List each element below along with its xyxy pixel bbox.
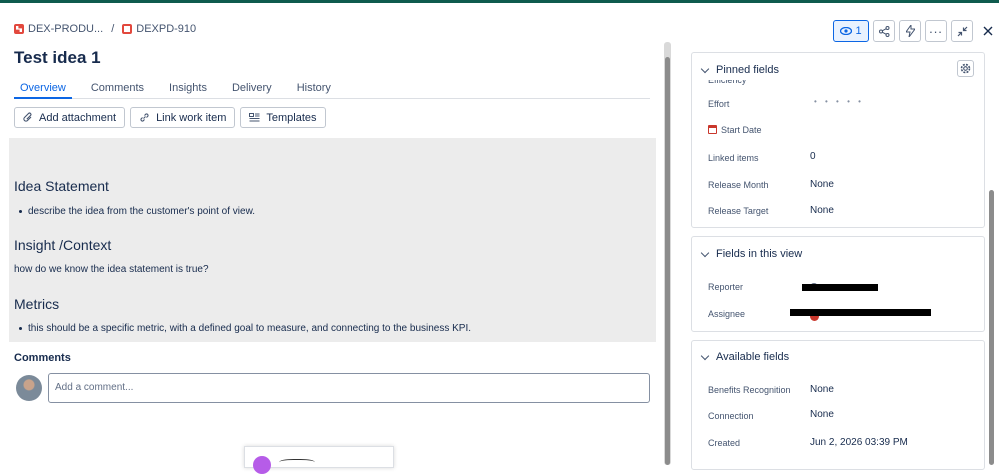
link-work-item-button[interactable]: Link work item: [130, 107, 236, 128]
avatar: [16, 375, 42, 401]
tab-history[interactable]: History: [291, 80, 337, 99]
tab-delivery[interactable]: Delivery: [226, 80, 278, 99]
popup-avatar: [253, 456, 271, 474]
metrics-text: this should be a specific metric, with a…: [28, 323, 472, 334]
tab-bar: Overview Comments Insights Delivery Hist…: [14, 80, 650, 99]
connection-value[interactable]: None: [810, 409, 834, 420]
breadcrumb-issue[interactable]: DEXPD-910: [122, 23, 196, 35]
settings-button[interactable]: [957, 60, 974, 77]
reporter-label: Reporter: [708, 282, 744, 292]
action-buttons: Add attachment Link work item Templates: [14, 107, 326, 128]
comment-input[interactable]: Add a comment...: [48, 373, 650, 403]
bullet-icon: [19, 327, 22, 330]
paperclip-icon: [23, 112, 32, 122]
available-fields-panel: Available fields Benefits Recognition No…: [691, 340, 985, 470]
release-month-label: Release Month: [708, 180, 769, 190]
pinned-fields-toggle[interactable]: Pinned fields: [700, 64, 779, 76]
link-icon: [140, 113, 149, 122]
created-value: Jun 2, 2026 03:39 PM: [810, 437, 908, 448]
benefits-recognition-value[interactable]: None: [810, 384, 834, 395]
effort-rating[interactable]: • • • • •: [814, 97, 864, 106]
lightning-icon: [905, 25, 915, 37]
list-item: describe the idea from the customer's po…: [19, 206, 255, 217]
linked-items-label: Linked items: [708, 153, 759, 163]
more-actions-button[interactable]: ...: [925, 20, 947, 42]
breadcrumb-project[interactable]: DEX-PRODU...: [14, 23, 103, 35]
signature-image: [279, 459, 315, 467]
reporter-redacted: [802, 284, 878, 291]
assignee-label: Assignee: [708, 309, 746, 319]
assignee-redacted: [790, 309, 931, 316]
created-label: Created: [708, 438, 741, 448]
add-attachment-button[interactable]: Add attachment: [14, 107, 126, 128]
pinned-fields-panel: Pinned fields Efficiency Effort • • • • …: [691, 52, 985, 228]
automation-button[interactable]: [899, 20, 921, 42]
heading-insight-context: Insight /Context: [14, 237, 112, 253]
add-attachment-label: Add attachment: [39, 111, 117, 124]
fields-in-view-panel: Fields in this view Reporter Assignee: [691, 236, 985, 332]
list-item: this should be a specific metric, with a…: [19, 323, 471, 334]
watch-button[interactable]: 1: [833, 20, 869, 42]
template-icon: [249, 113, 260, 122]
tab-comments[interactable]: Comments: [85, 80, 150, 99]
gear-icon: [960, 63, 971, 74]
fields-in-view-toggle[interactable]: Fields in this view: [700, 248, 803, 260]
idea-statement-text: describe the idea from the customer's po…: [28, 206, 256, 217]
breadcrumb-issue-key[interactable]: DEXPD-910: [136, 23, 196, 35]
share-icon: [878, 25, 889, 37]
description-editor[interactable]: Idea Statement describe the idea from th…: [9, 138, 656, 342]
watch-count: 1: [855, 25, 862, 37]
eye-icon: [840, 27, 853, 35]
main-scrollbar-thumb[interactable]: [665, 57, 670, 465]
calendar-icon: [708, 125, 717, 134]
linked-items-value[interactable]: 0: [810, 151, 816, 162]
heading-idea-statement: Idea Statement: [14, 178, 109, 194]
tab-overview[interactable]: Overview: [14, 80, 72, 99]
insight-text: how do we know the idea statement is tru…: [14, 264, 209, 275]
chevron-down-icon: [700, 248, 710, 257]
templates-button[interactable]: Templates: [240, 107, 326, 128]
header-controls: 1 ...: [833, 20, 999, 42]
chevron-down-icon: [700, 351, 710, 360]
fields-in-view-heading: Fields in this view: [716, 248, 803, 260]
page-title[interactable]: Test idea 1: [14, 48, 101, 68]
start-date-label: Start Date: [721, 125, 762, 135]
project-icon: [14, 24, 24, 34]
close-icon: [983, 26, 993, 36]
heading-metrics: Metrics: [14, 296, 60, 312]
breadcrumb-project-label[interactable]: DEX-PRODU...: [28, 23, 103, 35]
bullet-icon: [19, 210, 22, 213]
effort-label: Effort: [708, 99, 730, 109]
link-work-item-label: Link work item: [156, 111, 227, 124]
chevron-down-icon: [700, 64, 710, 73]
breadcrumb-separator: /: [111, 23, 115, 35]
connection-label: Connection: [708, 411, 754, 421]
breadcrumb: DEX-PRODU... / DEXPD-910: [14, 23, 196, 35]
efficiency-label-cut: Efficiency: [708, 80, 747, 85]
start-date-label-wrap: Start Date: [708, 125, 762, 135]
minimize-button[interactable]: [951, 20, 973, 42]
comments-heading: Comments: [14, 352, 71, 364]
release-month-value[interactable]: None: [810, 179, 834, 190]
close-button[interactable]: [977, 20, 999, 42]
tab-insights[interactable]: Insights: [163, 80, 213, 99]
release-target-label: Release Target: [708, 206, 769, 216]
collapse-icon: [957, 26, 967, 36]
templates-label: Templates: [266, 111, 317, 124]
available-fields-toggle[interactable]: Available fields: [700, 351, 790, 363]
release-target-value[interactable]: None: [810, 205, 834, 216]
benefits-recognition-label: Benefits Recognition: [708, 385, 791, 395]
idea-type-icon: [122, 24, 133, 34]
available-fields-heading: Available fields: [716, 351, 790, 363]
share-button[interactable]: [873, 20, 895, 42]
top-accent-bar: [0, 0, 999, 3]
sidebar-scrollbar-thumb[interactable]: [989, 190, 994, 465]
more-icon: ...: [929, 21, 943, 36]
pinned-fields-heading: Pinned fields: [716, 64, 779, 76]
